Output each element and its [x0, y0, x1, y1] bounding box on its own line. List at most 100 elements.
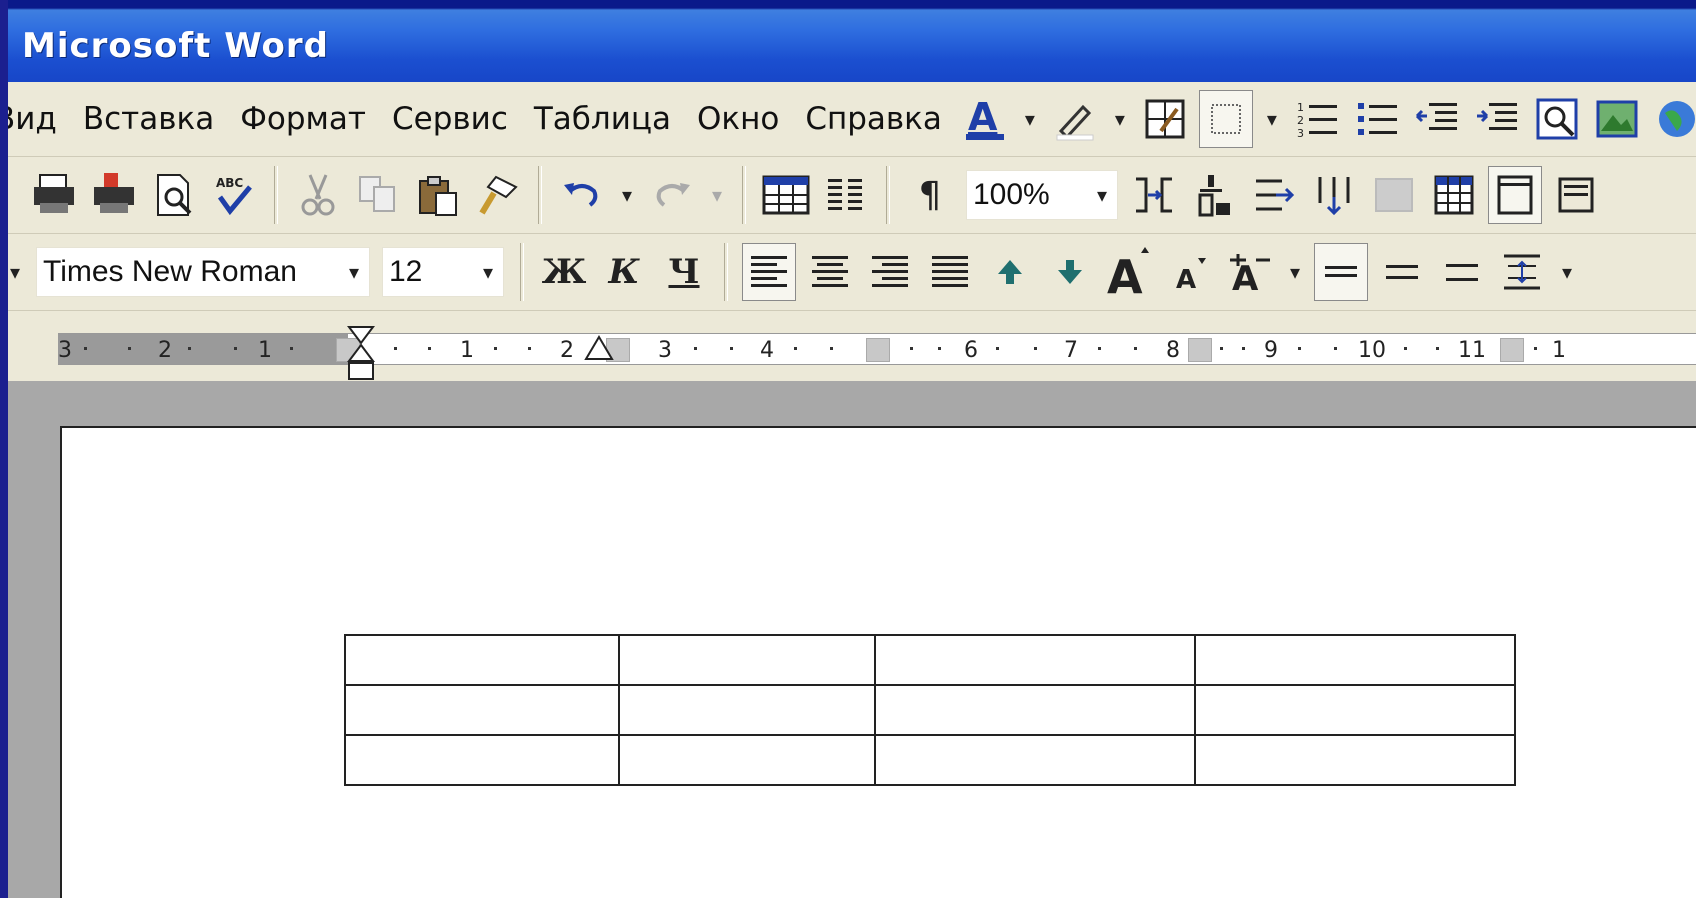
- ruler-column-marker[interactable]: [866, 338, 890, 362]
- table-cell[interactable]: [874, 634, 1196, 686]
- ruler-label: 4: [760, 338, 774, 363]
- shading-icon[interactable]: [1368, 167, 1420, 223]
- document-table[interactable]: [344, 634, 1516, 786]
- format-painter-icon[interactable]: [472, 167, 524, 223]
- merge-cells-icon[interactable]: [1128, 167, 1180, 223]
- print-preview-color-icon[interactable]: [88, 167, 140, 223]
- font-color-dropdown-icon[interactable]: ▾: [1015, 91, 1045, 147]
- copy-icon[interactable]: [352, 167, 404, 223]
- ruler-tab-stop-icon[interactable]: [584, 333, 614, 363]
- ruler-dot: [84, 347, 87, 350]
- ruler-label: 11: [1458, 338, 1486, 363]
- align-center-icon[interactable]: [804, 244, 856, 300]
- insert-columns-icon[interactable]: [1308, 167, 1360, 223]
- font-color-button[interactable]: A: [959, 91, 1011, 147]
- numbering-icon[interactable]: 123: [1291, 91, 1343, 147]
- borders-icon[interactable]: [1198, 90, 1253, 148]
- character-spacing-icon[interactable]: A: [1224, 244, 1276, 300]
- grow-font-icon[interactable]: A: [1104, 244, 1156, 300]
- align-left-icon[interactable]: [742, 243, 796, 301]
- document-page[interactable]: [60, 426, 1696, 898]
- table-cell[interactable]: [618, 734, 876, 786]
- cut-icon[interactable]: [292, 167, 344, 223]
- horizontal-ruler[interactable]: 3 2 1 1 2 3 4 6 7 8 9 10 11 1: [58, 333, 1696, 365]
- underline-button[interactable]: Ч: [658, 244, 710, 300]
- italic-button[interactable]: К: [598, 244, 650, 300]
- toolbar-separator: [538, 166, 542, 224]
- ruler-dot: [996, 347, 999, 350]
- menu-insert[interactable]: Вставка: [70, 101, 227, 137]
- font-name-combo[interactable]: Times New Roman ▾: [36, 247, 370, 297]
- decrease-indent-icon[interactable]: [1411, 91, 1463, 147]
- table-cell[interactable]: [874, 734, 1196, 786]
- print-icon[interactable]: [28, 167, 80, 223]
- table-cell[interactable]: [1194, 734, 1516, 786]
- undo-dropdown-icon[interactable]: ▾: [612, 167, 642, 223]
- table-cell[interactable]: [344, 634, 620, 686]
- ruler-first-line-indent-icon[interactable]: [345, 325, 377, 383]
- bullets-icon[interactable]: [1351, 91, 1403, 147]
- font-size-dropdown-icon[interactable]: ▾: [473, 260, 503, 284]
- menu-view[interactable]: Вид: [8, 101, 70, 137]
- top-border-icon[interactable]: [1488, 166, 1542, 224]
- ruler-column-marker[interactable]: [1188, 338, 1212, 362]
- drawing-icon[interactable]: [1591, 91, 1643, 147]
- ruler-dot: [290, 347, 293, 350]
- table-cell[interactable]: [1194, 634, 1516, 686]
- justify-icon[interactable]: [924, 244, 976, 300]
- table-grid-icon[interactable]: [1428, 167, 1480, 223]
- style-dropdown-icon[interactable]: ▾: [8, 244, 30, 300]
- highlight-dropdown-icon[interactable]: ▾: [1105, 91, 1135, 147]
- borders-dropdown-icon[interactable]: ▾: [1257, 91, 1287, 147]
- menu-help[interactable]: Справка: [792, 101, 955, 137]
- title-bar[interactable]: Microsoft Word: [8, 0, 1696, 82]
- align-right-icon[interactable]: [864, 244, 916, 300]
- table-cell[interactable]: [1194, 684, 1516, 736]
- table-cell[interactable]: [344, 684, 620, 736]
- shrink-font-icon[interactable]: A: [1164, 244, 1216, 300]
- paragraph-spacing-dropdown-icon[interactable]: ▾: [1552, 244, 1582, 300]
- columns-icon[interactable]: [820, 167, 872, 223]
- menu-tools[interactable]: Сервис: [379, 101, 521, 137]
- paste-icon[interactable]: [412, 167, 464, 223]
- menu-format[interactable]: Формат: [227, 101, 379, 137]
- paragraph-spacing-icon[interactable]: [1496, 244, 1548, 300]
- insert-table-icon[interactable]: [760, 167, 812, 223]
- font-name-dropdown-icon[interactable]: ▾: [339, 260, 369, 284]
- move-down-icon[interactable]: [1044, 244, 1096, 300]
- ruler-column-marker[interactable]: [1500, 338, 1524, 362]
- zoom-combo[interactable]: 100% ▾: [966, 170, 1118, 220]
- line-spacing-double-icon[interactable]: [1436, 244, 1488, 300]
- document-map-icon[interactable]: [1531, 91, 1583, 147]
- highlight-pen-icon[interactable]: [1049, 91, 1101, 147]
- table-cell[interactable]: [344, 734, 620, 786]
- insert-rows-icon[interactable]: [1248, 167, 1300, 223]
- character-spacing-dropdown-icon[interactable]: ▾: [1280, 244, 1310, 300]
- spelling-icon[interactable]: ABC: [208, 167, 260, 223]
- line-spacing-single-icon[interactable]: [1314, 243, 1368, 301]
- draw-table-icon[interactable]: [1139, 91, 1191, 147]
- print-preview-icon[interactable]: [148, 167, 200, 223]
- ruler-dot: [1220, 347, 1223, 350]
- redo-icon[interactable]: [646, 167, 698, 223]
- zoom-dropdown-icon[interactable]: ▾: [1087, 183, 1117, 207]
- menu-table[interactable]: Таблица: [521, 101, 684, 137]
- ruler-dot: [1098, 347, 1101, 350]
- menu-window[interactable]: Окно: [684, 101, 792, 137]
- bold-button[interactable]: Ж: [538, 244, 590, 300]
- web-globe-icon[interactable]: [1651, 91, 1696, 147]
- split-cells-icon[interactable]: [1188, 167, 1240, 223]
- ruler-dot: [1034, 347, 1037, 350]
- ruler-dot: [128, 347, 131, 350]
- move-up-icon[interactable]: [984, 244, 1036, 300]
- increase-indent-icon[interactable]: [1471, 91, 1523, 147]
- table-cell[interactable]: [874, 684, 1196, 736]
- font-size-combo[interactable]: 12 ▾: [382, 247, 504, 297]
- show-hide-paragraph-icon[interactable]: ¶: [904, 167, 956, 223]
- redo-dropdown-icon[interactable]: ▾: [702, 167, 732, 223]
- align-top-icon[interactable]: [1550, 167, 1602, 223]
- table-cell[interactable]: [618, 684, 876, 736]
- line-spacing-onehalf-icon[interactable]: [1376, 244, 1428, 300]
- table-cell[interactable]: [618, 634, 876, 686]
- undo-icon[interactable]: [556, 167, 608, 223]
